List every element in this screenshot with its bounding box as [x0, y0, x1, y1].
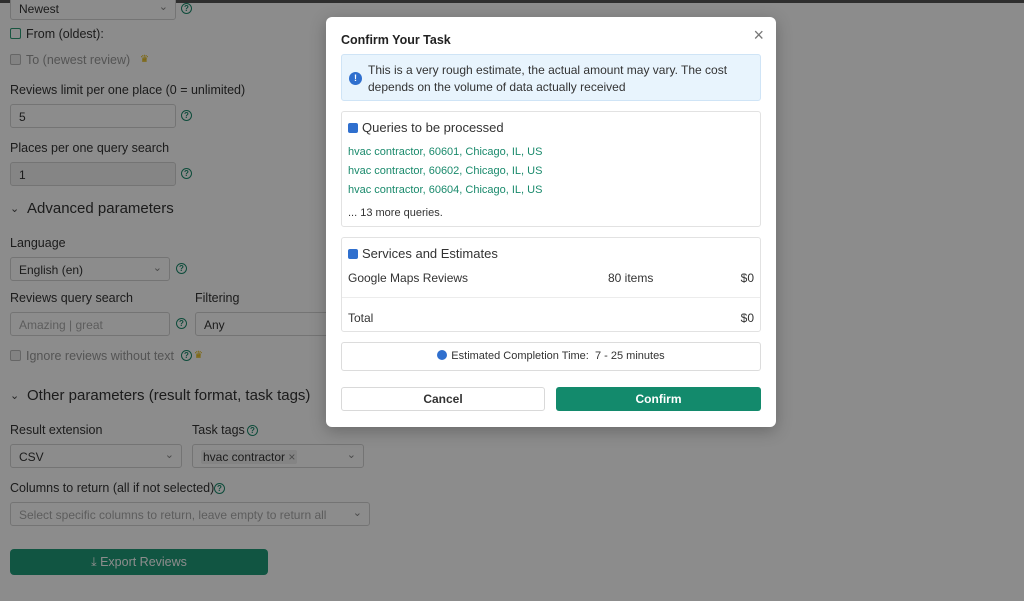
service-row: Google Maps Reviews 80 items $0 — [348, 271, 754, 287]
database-search-icon — [348, 123, 358, 133]
services-heading: Services and Estimates — [348, 246, 498, 261]
more-queries: ... 13 more queries. — [348, 207, 443, 219]
dialog-title: Confirm Your Task — [341, 33, 451, 47]
total-row: Total $0 — [348, 311, 754, 327]
total-label: Total — [348, 311, 374, 325]
query-item[interactable]: hvac contractor, 60604, Chicago, IL, US — [348, 184, 542, 196]
estimated-time: Estimated Completion Time: 7 - 25 minute… — [341, 342, 761, 371]
cancel-button[interactable]: Cancel — [341, 387, 545, 411]
queries-card: Queries to be processed hvac contractor,… — [341, 111, 761, 227]
service-name: Google Maps Reviews — [348, 271, 469, 285]
services-title: Services and Estimates — [362, 246, 498, 261]
estimated-label: Estimated Completion Time: — [451, 350, 589, 362]
info-line-1: This is a very rough estimate, the actua… — [368, 63, 728, 77]
clock-icon — [437, 350, 448, 360]
estimated-value: 7 - 25 minutes — [594, 350, 665, 362]
info-icon: ! — [349, 72, 362, 85]
queries-heading: Queries to be processed — [348, 120, 504, 135]
divider — [342, 297, 760, 298]
confirm-task-dialog: Confirm Your Task × ! This is a very rou… — [326, 17, 776, 427]
query-item[interactable]: hvac contractor, 60601, Chicago, IL, US — [348, 146, 542, 158]
close-icon[interactable]: × — [753, 26, 764, 44]
confirm-button[interactable]: Confirm — [556, 387, 761, 411]
query-item[interactable]: hvac contractor, 60602, Chicago, IL, US — [348, 165, 542, 177]
service-cost: $0 — [740, 271, 754, 285]
list-icon — [348, 249, 358, 259]
info-banner: ! This is a very rough estimate, the act… — [341, 54, 761, 101]
queries-title: Queries to be processed — [362, 120, 504, 135]
total-cost: $0 — [740, 311, 754, 325]
info-line-2: depends on the volume of data actually r… — [368, 80, 626, 94]
services-card: Services and Estimates Google Maps Revie… — [341, 237, 761, 332]
service-items: 80 items — [608, 271, 654, 285]
